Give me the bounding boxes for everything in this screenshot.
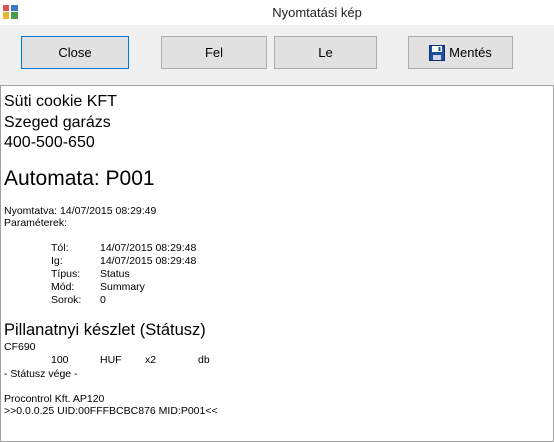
param-label: Sorok: — [51, 294, 82, 306]
param-label: Ig: — [51, 255, 63, 267]
footer-ids: >>0.0.0.25 UID:00FFFBCBC876 MID:P001<< — [4, 405, 218, 417]
param-value: 14/07/2015 08:29:48 — [100, 242, 197, 254]
stock-unit: db — [198, 354, 210, 366]
location-name: Szeged garázs — [4, 114, 111, 131]
save-button-label: Mentés — [449, 45, 492, 60]
param-value: Summary — [100, 281, 145, 293]
section-title: Pillanatnyi készlet (Státusz) — [4, 321, 206, 339]
print-preview[interactable]: Süti cookie KFT Szeged garázs 400-500-65… — [0, 85, 554, 442]
stock-amount: 100 — [51, 354, 69, 366]
stock-currency: HUF — [100, 354, 122, 366]
floppy-disk-icon — [429, 44, 446, 61]
params-label: Paraméterek: — [4, 217, 68, 229]
param-value: 14/07/2015 08:29:48 — [100, 255, 197, 267]
param-label: Típus: — [51, 268, 81, 280]
section-end: - Státusz vége - — [4, 368, 78, 380]
window-title: Nyomtatási kép — [272, 5, 362, 20]
up-button[interactable]: Fel — [161, 36, 267, 69]
phone-number: 400-500-650 — [4, 134, 95, 151]
printed-timestamp: Nyomtatva: 14/07/2015 08:29:49 — [4, 205, 157, 217]
section-code: CF690 — [4, 341, 36, 353]
param-label: Mód: — [51, 281, 75, 293]
close-button[interactable]: Close — [21, 36, 129, 69]
footer-company: Procontrol Kft. AP120 — [4, 393, 105, 405]
param-value: Status — [100, 268, 130, 280]
company-name: Süti cookie KFT — [4, 93, 117, 110]
title-bar: Nyomtatási kép — [0, 0, 554, 25]
machine-title: Automata: P001 — [4, 167, 155, 190]
toolbar: Close Fel Le Mentés — [0, 25, 554, 85]
param-value: 0 — [100, 294, 106, 306]
stock-multiplier: x2 — [145, 354, 157, 366]
param-label: Tól: — [51, 242, 69, 254]
down-button[interactable]: Le — [274, 36, 377, 69]
save-button[interactable]: Mentés — [408, 36, 513, 69]
